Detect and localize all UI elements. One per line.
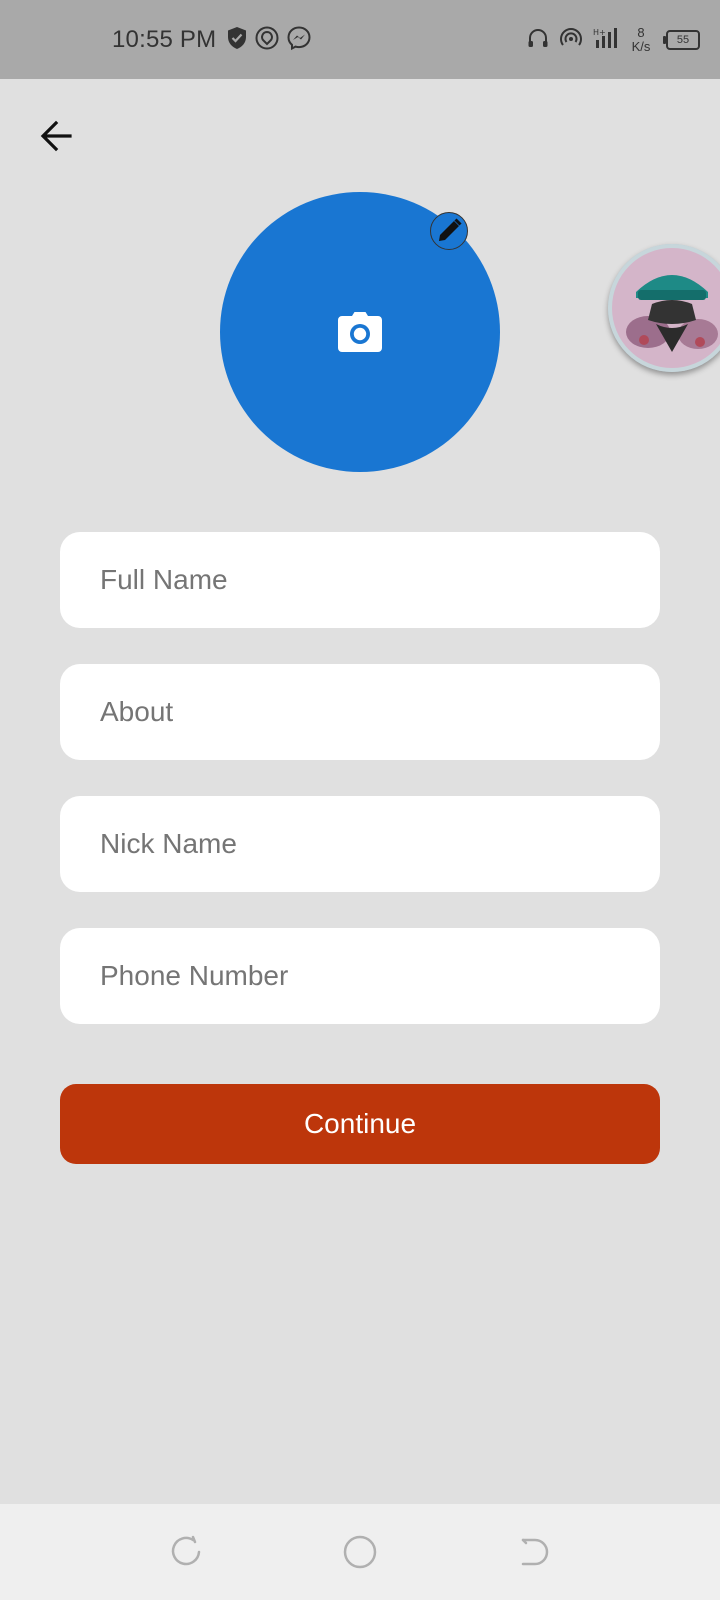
svg-text:H+: H+ (593, 28, 606, 37)
network-speed-value: 8 (637, 25, 645, 40)
about-field[interactable] (60, 664, 660, 760)
messenger-icon (286, 25, 312, 56)
battery-icon: 55 (663, 30, 700, 50)
floating-chat-head[interactable] (608, 244, 720, 372)
back-button[interactable] (36, 116, 76, 156)
arrow-back-icon (40, 120, 72, 152)
status-left: 10:55 PM (112, 22, 312, 58)
full-name-input[interactable] (100, 564, 620, 596)
shield-icon (226, 26, 248, 55)
hotspot-icon (254, 25, 280, 56)
battery-level: 55 (676, 34, 690, 46)
phone-number-field[interactable] (60, 928, 660, 1024)
status-time: 10:55 PM (112, 26, 217, 53)
back-nav-button[interactable] (516, 1534, 552, 1570)
headset-icon (526, 26, 550, 55)
wifi-hotspot-icon (558, 26, 584, 55)
status-right: H+ 8 K/s 55 (526, 22, 700, 58)
chat-head-avatar-image (608, 244, 720, 372)
continue-button[interactable]: Continue (60, 1084, 660, 1164)
pencil-icon (439, 218, 462, 241)
edit-photo-button[interactable] (430, 212, 468, 250)
signal-icon: H+ (592, 26, 620, 55)
back-nav-icon (521, 1538, 549, 1566)
nick-name-input[interactable] (100, 828, 620, 860)
network-speed: 8 K/s (628, 26, 654, 54)
system-navigation-bar (0, 1504, 720, 1600)
recent-apps-icon (171, 1535, 201, 1566)
nick-name-field[interactable] (60, 796, 660, 892)
home-circle-icon (343, 1535, 377, 1569)
network-speed-unit: K/s (631, 39, 651, 54)
phone-number-input[interactable] (100, 960, 620, 992)
status-bar: 10:55 PM H+ 8 K/s 55 (0, 0, 720, 79)
recent-apps-button[interactable] (168, 1534, 204, 1570)
full-name-field[interactable] (60, 532, 660, 628)
about-input[interactable] (100, 696, 620, 728)
home-button[interactable] (342, 1534, 378, 1570)
camera-icon (338, 312, 382, 352)
